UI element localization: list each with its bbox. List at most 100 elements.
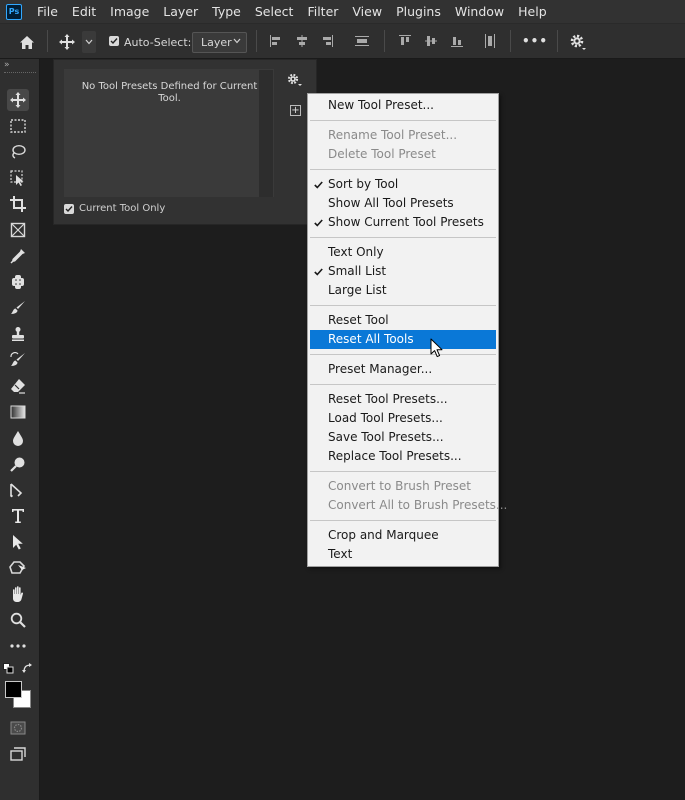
move-tool-preset-icon[interactable] bbox=[56, 32, 78, 52]
menu-item-delete-tool-preset: Delete Tool Preset bbox=[310, 145, 496, 164]
shape-icon[interactable] bbox=[7, 557, 29, 579]
healing-brush-icon[interactable] bbox=[7, 271, 29, 293]
check-icon bbox=[65, 205, 73, 212]
panel-grip[interactable] bbox=[4, 72, 36, 75]
screen-mode-icon[interactable] bbox=[7, 743, 29, 765]
menu-item-convert-to-brush-preset: Convert to Brush Preset bbox=[310, 477, 496, 496]
more-options-icon[interactable]: ••• bbox=[522, 32, 548, 50]
auto-select-target-select[interactable]: Layer bbox=[192, 32, 247, 53]
history-brush-icon[interactable] bbox=[7, 349, 29, 371]
menu-type[interactable]: Type bbox=[205, 0, 248, 24]
swap-colors-icon[interactable] bbox=[22, 663, 34, 675]
menu-separator bbox=[310, 169, 496, 170]
check-icon bbox=[109, 36, 119, 46]
mouse-pointer-icon bbox=[430, 338, 444, 361]
preset-list-scrollbar[interactable] bbox=[259, 70, 273, 197]
menu-item-label: Small List bbox=[328, 264, 387, 278]
tool-preset-picker-button[interactable] bbox=[82, 31, 96, 53]
menu-layer[interactable]: Layer bbox=[156, 0, 205, 24]
align-bottom-icon[interactable] bbox=[449, 33, 465, 49]
menu-item-text[interactable]: Text bbox=[310, 545, 496, 564]
menu-item-crop-and-marquee[interactable]: Crop and Marquee bbox=[310, 526, 496, 545]
menu-window[interactable]: Window bbox=[448, 0, 511, 24]
menu-item-label: Sort by Tool bbox=[328, 177, 399, 191]
menu-help[interactable]: Help bbox=[511, 0, 554, 24]
align-right-icon[interactable] bbox=[319, 33, 335, 49]
menu-separator bbox=[310, 237, 496, 238]
menu-bar: Ps File Edit Image Layer Type Select Fil… bbox=[0, 0, 685, 24]
menu-item-label: Load Tool Presets... bbox=[328, 411, 443, 425]
object-select-icon[interactable] bbox=[7, 167, 29, 189]
menu-item-show-current-tool-presets[interactable]: Show Current Tool Presets bbox=[310, 213, 496, 232]
crop-icon[interactable] bbox=[7, 193, 29, 215]
menu-item-replace-tool-presets[interactable]: Replace Tool Presets... bbox=[310, 447, 496, 466]
align-vertical-center-icon[interactable] bbox=[423, 33, 439, 49]
chevron-down-icon bbox=[85, 39, 93, 45]
menu-select[interactable]: Select bbox=[248, 0, 301, 24]
lasso-icon[interactable] bbox=[7, 141, 29, 163]
menu-item-reset-tool-presets[interactable]: Reset Tool Presets... bbox=[310, 390, 496, 409]
menu-item-new-tool-preset[interactable]: New Tool Preset... bbox=[310, 96, 496, 115]
more-tools-icon[interactable] bbox=[7, 635, 29, 657]
menu-view[interactable]: View bbox=[345, 0, 389, 24]
current-tool-only-checkbox[interactable] bbox=[64, 203, 74, 214]
menu-item-convert-all-to-brush-presets: Convert All to Brush Presets... bbox=[310, 496, 507, 515]
auto-select-label: Auto-Select: bbox=[124, 35, 192, 49]
menu-item-label: Preset Manager... bbox=[328, 362, 433, 376]
frame-icon[interactable] bbox=[7, 219, 29, 241]
blur-icon[interactable] bbox=[7, 427, 29, 449]
marquee-icon[interactable] bbox=[7, 115, 29, 137]
menu-item-label: Convert to Brush Preset bbox=[328, 479, 471, 493]
gear-icon[interactable] bbox=[568, 32, 588, 52]
panel-menu-gear-icon[interactable] bbox=[287, 73, 303, 90]
menu-item-preset-manager[interactable]: Preset Manager... bbox=[310, 360, 496, 379]
quick-mask-icon[interactable] bbox=[7, 717, 29, 739]
path-select-icon[interactable] bbox=[7, 531, 29, 553]
pen-icon[interactable] bbox=[7, 479, 29, 501]
new-preset-icon[interactable]: + bbox=[290, 105, 301, 116]
align-top-icon[interactable] bbox=[397, 33, 413, 49]
auto-select-checkbox[interactable] bbox=[109, 36, 119, 46]
type-icon[interactable] bbox=[7, 505, 29, 527]
eyedropper-icon[interactable] bbox=[7, 245, 29, 267]
gradient-icon[interactable] bbox=[7, 401, 29, 423]
align-left-icon[interactable] bbox=[268, 33, 284, 49]
menu-file[interactable]: File bbox=[30, 0, 65, 24]
align-horizontal-center-icon[interactable] bbox=[294, 33, 310, 49]
menu-plugins[interactable]: Plugins bbox=[389, 0, 448, 24]
dodge-icon[interactable] bbox=[7, 453, 29, 475]
menu-item-show-all-tool-presets[interactable]: Show All Tool Presets bbox=[310, 194, 496, 213]
hand-icon[interactable] bbox=[7, 583, 29, 605]
checkmark-icon bbox=[314, 175, 324, 194]
move-icon[interactable] bbox=[7, 89, 29, 111]
tool-presets-list[interactable]: No Tool Presets Defined for Current Tool… bbox=[64, 69, 274, 197]
menu-item-reset-tool[interactable]: Reset Tool bbox=[310, 311, 496, 330]
default-colors-icon[interactable] bbox=[3, 663, 14, 674]
menu-item-text-only[interactable]: Text Only bbox=[310, 243, 496, 262]
menu-separator bbox=[310, 471, 496, 472]
menu-item-reset-all-tools[interactable]: Reset All Tools bbox=[310, 330, 496, 349]
distribute-vertical-icon[interactable] bbox=[353, 33, 371, 49]
menu-separator bbox=[310, 354, 496, 355]
menu-edit[interactable]: Edit bbox=[65, 0, 103, 24]
foreground-color-swatch[interactable] bbox=[5, 681, 22, 698]
menu-item-small-list[interactable]: Small List bbox=[310, 262, 496, 281]
eraser-icon[interactable] bbox=[7, 375, 29, 397]
menu-item-label: Text bbox=[328, 547, 353, 561]
clone-stamp-icon[interactable] bbox=[7, 323, 29, 345]
menu-item-load-tool-presets[interactable]: Load Tool Presets... bbox=[310, 409, 496, 428]
options-bar: Auto-Select: Layer ••• bbox=[0, 24, 685, 59]
menu-separator bbox=[310, 305, 496, 306]
distribute-horizontal-icon[interactable] bbox=[482, 33, 498, 49]
menu-filter[interactable]: Filter bbox=[300, 0, 345, 24]
current-tool-only-toggle[interactable]: Current Tool Only bbox=[64, 203, 165, 214]
menu-image[interactable]: Image bbox=[103, 0, 156, 24]
zoom-icon[interactable] bbox=[7, 609, 29, 631]
checkmark-icon bbox=[314, 262, 324, 281]
collapse-panel-icon[interactable]: » bbox=[4, 60, 9, 70]
menu-item-large-list[interactable]: Large List bbox=[310, 281, 496, 300]
menu-item-save-tool-presets[interactable]: Save Tool Presets... bbox=[310, 428, 496, 447]
menu-item-sort-by-tool[interactable]: Sort by Tool bbox=[310, 175, 496, 194]
home-icon[interactable] bbox=[16, 32, 38, 52]
brush-icon[interactable] bbox=[7, 297, 29, 319]
